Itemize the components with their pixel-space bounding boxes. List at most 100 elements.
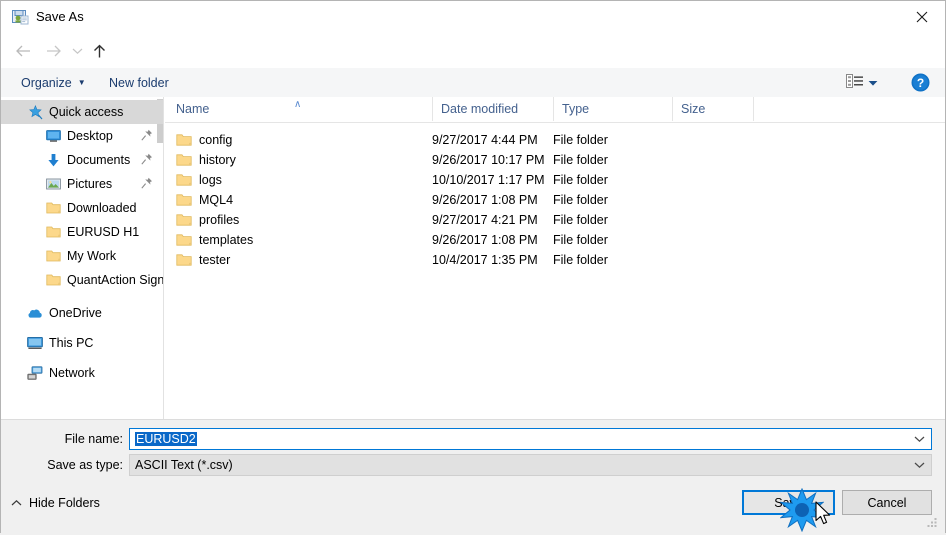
organize-label: Organize <box>21 75 72 90</box>
file-name: MQL4 <box>199 193 234 207</box>
sidebar-item-desktop[interactable]: Desktop <box>1 124 163 148</box>
column-header-spacer <box>753 97 754 121</box>
sidebar-item-downloaded[interactable]: Downloaded <box>1 196 163 220</box>
file-name: config <box>199 133 233 147</box>
save-button[interactable]: Save <box>742 490 835 515</box>
table-row[interactable]: MQL4 9/26/2017 1:08 PM File folder <box>165 190 945 210</box>
resize-grip[interactable] <box>927 516 939 528</box>
view-dropdown-caret-icon[interactable] <box>868 76 878 90</box>
chevron-down-icon <box>72 48 82 55</box>
sidebar-item-label: Downloaded <box>67 201 137 215</box>
file-name: templates <box>199 233 254 247</box>
up-button[interactable] <box>85 34 113 68</box>
svg-text:?: ? <box>917 76 924 90</box>
file-date: 9/26/2017 1:08 PM <box>432 233 538 247</box>
sort-ascending-icon: ∧ <box>294 99 302 110</box>
sidebar-item-label: Pictures <box>67 177 113 191</box>
cancel-button[interactable]: Cancel <box>842 490 932 515</box>
sidebar-item-label: OneDrive <box>49 306 102 320</box>
save-as-type-value: ASCII Text (*.csv) <box>135 458 233 472</box>
column-header-label: Type <box>562 102 590 116</box>
chevron-down-icon <box>914 436 924 443</box>
save-as-icon <box>12 9 29 25</box>
pin-icon[interactable] <box>141 177 153 189</box>
folder-icon <box>45 272 61 288</box>
file-type: File folder <box>553 173 608 187</box>
folder-icon <box>45 200 61 216</box>
file-type: File folder <box>553 253 608 267</box>
sidebar-item-pictures[interactable]: Pictures <box>1 172 163 196</box>
sidebar-item-label: Quick access <box>49 105 124 119</box>
recent-locations-button[interactable] <box>67 34 87 68</box>
file-name-selected-text: EURUSD2 <box>135 432 197 446</box>
column-header-label: Date modified <box>441 102 519 116</box>
help-button[interactable]: ? <box>911 73 930 92</box>
file-name-dropdown-button[interactable] <box>907 435 931 443</box>
save-as-type-dropdown-button[interactable] <box>907 461 931 469</box>
table-row[interactable]: profiles 9/27/2017 4:21 PM File folder <box>165 210 945 230</box>
sidebar-item-label: Documents <box>67 153 131 167</box>
save-as-type-label: Save as type: <box>47 458 123 472</box>
file-type: File folder <box>553 193 608 207</box>
pin-icon[interactable] <box>141 129 153 141</box>
arrow-right-icon <box>46 45 61 57</box>
column-header-size[interactable]: Size <box>672 97 753 121</box>
hide-folders-button[interactable]: Hide Folders <box>11 492 100 514</box>
sidebar-item-quick-access[interactable]: Quick access <box>1 100 163 124</box>
save-as-dialog: Save As Organize ▼ New folder ? Quick ac… <box>0 0 946 533</box>
cancel-button-label: Cancel <box>867 495 907 510</box>
help-icon: ? <box>911 73 930 92</box>
sidebar-item-label: Network <box>49 366 95 380</box>
file-name-label: File name: <box>64 432 123 446</box>
chevron-down-icon: ▼ <box>77 78 86 87</box>
table-row[interactable]: logs 10/10/2017 1:17 PM File folder <box>165 170 945 190</box>
column-header-label: Name <box>176 102 210 116</box>
file-type: File folder <box>553 213 608 227</box>
table-row[interactable]: templates 9/26/2017 1:08 PM File folder <box>165 230 945 250</box>
folder-icon <box>176 233 192 247</box>
sidebar-item-quantaction-signal[interactable]: QuantAction Signal <box>1 268 163 292</box>
file-rows: config 9/27/2017 4:44 PM File folder his… <box>165 123 945 270</box>
file-name: tester <box>199 253 231 267</box>
dialog-body: Quick access Desktop Documents Pictures … <box>1 97 945 419</box>
sidebar-item-network[interactable]: Network <box>1 361 163 385</box>
sidebar-item-my-work[interactable]: My Work <box>1 244 163 268</box>
sidebar-item-label: Desktop <box>67 129 113 143</box>
back-button[interactable] <box>9 34 37 68</box>
table-row[interactable]: history 9/26/2017 10:17 PM File folder <box>165 150 945 170</box>
navigation-bar: « Roaming › MetaQuotes › Terminal › 9155… <box>1 34 945 96</box>
folder-icon <box>176 253 192 267</box>
view-options-button[interactable] <box>846 68 894 97</box>
sidebar-item-label: QuantAction Signal <box>67 273 164 287</box>
network-icon <box>27 365 43 381</box>
close-icon <box>916 11 928 22</box>
sidebar-item-onedrive[interactable]: OneDrive <box>1 301 163 325</box>
new-folder-button[interactable]: New folder <box>101 68 177 97</box>
command-bar: Organize ▼ New folder ? <box>1 68 945 98</box>
sidebar-item-label: My Work <box>67 249 117 263</box>
sidebar-item-eurusd-h1[interactable]: EURUSD H1 <box>1 220 163 244</box>
arrow-up-icon <box>93 44 105 57</box>
table-row[interactable]: tester 10/4/2017 1:35 PM File folder <box>165 250 945 270</box>
column-header-type[interactable]: Type <box>553 97 672 121</box>
column-header-name[interactable]: Name ∧ <box>165 97 432 121</box>
table-row[interactable]: config 9/27/2017 4:44 PM File folder <box>165 130 945 150</box>
file-type: File folder <box>553 233 608 247</box>
view-options-icon <box>846 74 864 91</box>
forward-button[interactable] <box>39 34 67 68</box>
column-header-date-modified[interactable]: Date modified <box>432 97 553 121</box>
organize-button[interactable]: Organize ▼ <box>13 68 94 97</box>
column-header-label: Size <box>681 102 706 116</box>
file-name: logs <box>199 173 222 187</box>
file-date: 9/26/2017 1:08 PM <box>432 193 538 207</box>
sidebar-item-label: This PC <box>49 336 94 350</box>
file-name-input[interactable]: EURUSD2 <box>129 428 932 450</box>
sidebar-item-this-pc[interactable]: This PC <box>1 331 163 355</box>
save-as-type-select[interactable]: ASCII Text (*.csv) <box>129 454 932 476</box>
sidebar-item-documents[interactable]: Documents <box>1 148 163 172</box>
dialog-footer: File name: EURUSD2 Save as type: ASCII T… <box>1 419 945 533</box>
documents-icon <box>45 152 61 168</box>
pin-icon[interactable] <box>141 153 153 165</box>
close-button[interactable] <box>899 1 945 32</box>
onedrive-icon <box>27 305 43 321</box>
